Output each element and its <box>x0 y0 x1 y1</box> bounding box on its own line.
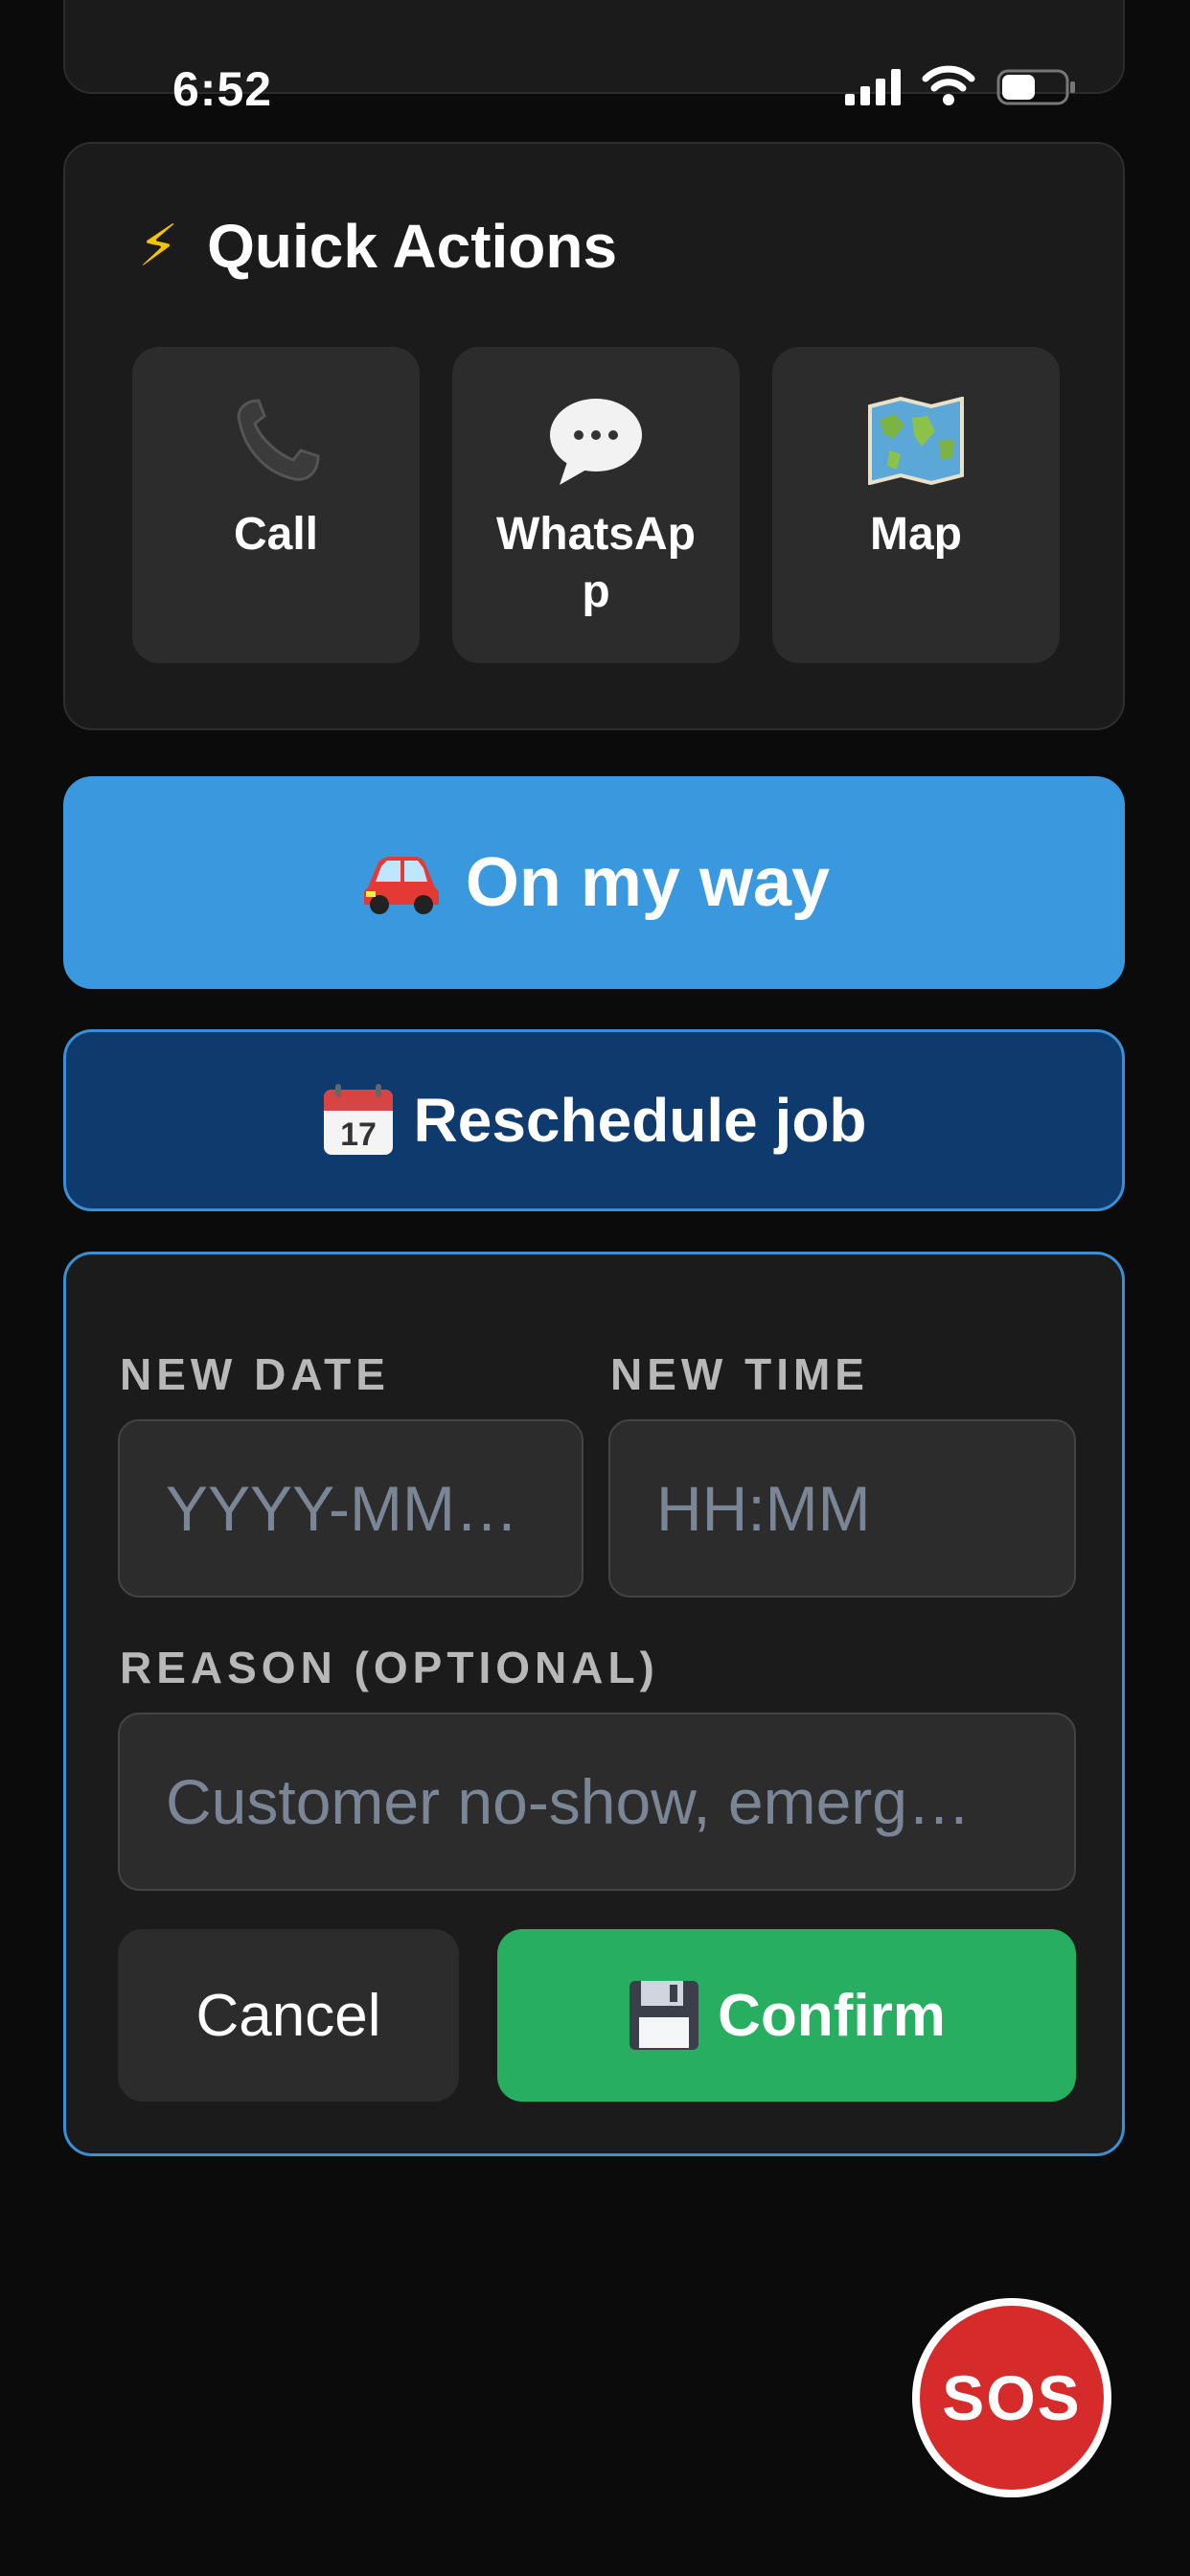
sos-button[interactable]: SOS <box>912 2298 1111 2497</box>
reschedule-job-button[interactable]: 17 Reschedule job <box>63 1029 1125 1211</box>
confirm-button[interactable]: Confirm <box>497 1929 1076 2102</box>
call-label: Call <box>233 509 319 560</box>
map-button[interactable]: Map <box>772 347 1060 663</box>
new-time-label: NEW TIME <box>610 1349 869 1399</box>
new-date-input[interactable]: YYYY-MM… <box>118 1419 584 1598</box>
new-time-input[interactable]: HH:MM <box>608 1419 1076 1598</box>
sos-label: SOS <box>942 2362 1082 2433</box>
whatsapp-button[interactable]: WhatsApp <box>452 347 740 663</box>
speech-bubble-icon <box>452 393 740 489</box>
whatsapp-label: WhatsApp <box>496 509 696 617</box>
quick-actions-title: ⚡ Quick Actions <box>138 212 618 281</box>
confirm-label: Confirm <box>718 1982 946 2049</box>
status-time: 6:52 <box>172 62 273 116</box>
lightning-icon: ⚡ <box>138 214 179 278</box>
svg-text:17: 17 <box>340 1116 377 1153</box>
reason-input[interactable]: Customer no-show, emerg… <box>118 1713 1076 1891</box>
calendar-icon: 17 <box>322 1084 395 1157</box>
on-my-way-label: On my way <box>465 844 831 921</box>
cellular-signal-icon <box>845 69 901 105</box>
reschedule-form: NEW DATE NEW TIME YYYY-MM… HH:MM REASON … <box>63 1252 1125 2156</box>
on-my-way-button[interactable]: On my way <box>63 776 1125 989</box>
floppy-disk-icon <box>628 1979 700 2052</box>
new-date-label: NEW DATE <box>120 1349 390 1399</box>
world-map-icon <box>772 393 1060 489</box>
wifi-icon <box>922 65 975 105</box>
battery-icon <box>996 69 1075 105</box>
car-icon <box>358 849 445 916</box>
quick-actions-card: ⚡ Quick Actions Call WhatsApp Map <box>63 142 1125 730</box>
cancel-label: Cancel <box>195 1982 381 2049</box>
reschedule-job-label: Reschedule job <box>413 1086 867 1155</box>
map-label: Map <box>870 509 962 560</box>
reason-label: REASON (OPTIONAL) <box>120 1643 659 1692</box>
phone-icon <box>132 393 420 489</box>
call-button[interactable]: Call <box>132 347 420 663</box>
cancel-button[interactable]: Cancel <box>118 1929 459 2102</box>
